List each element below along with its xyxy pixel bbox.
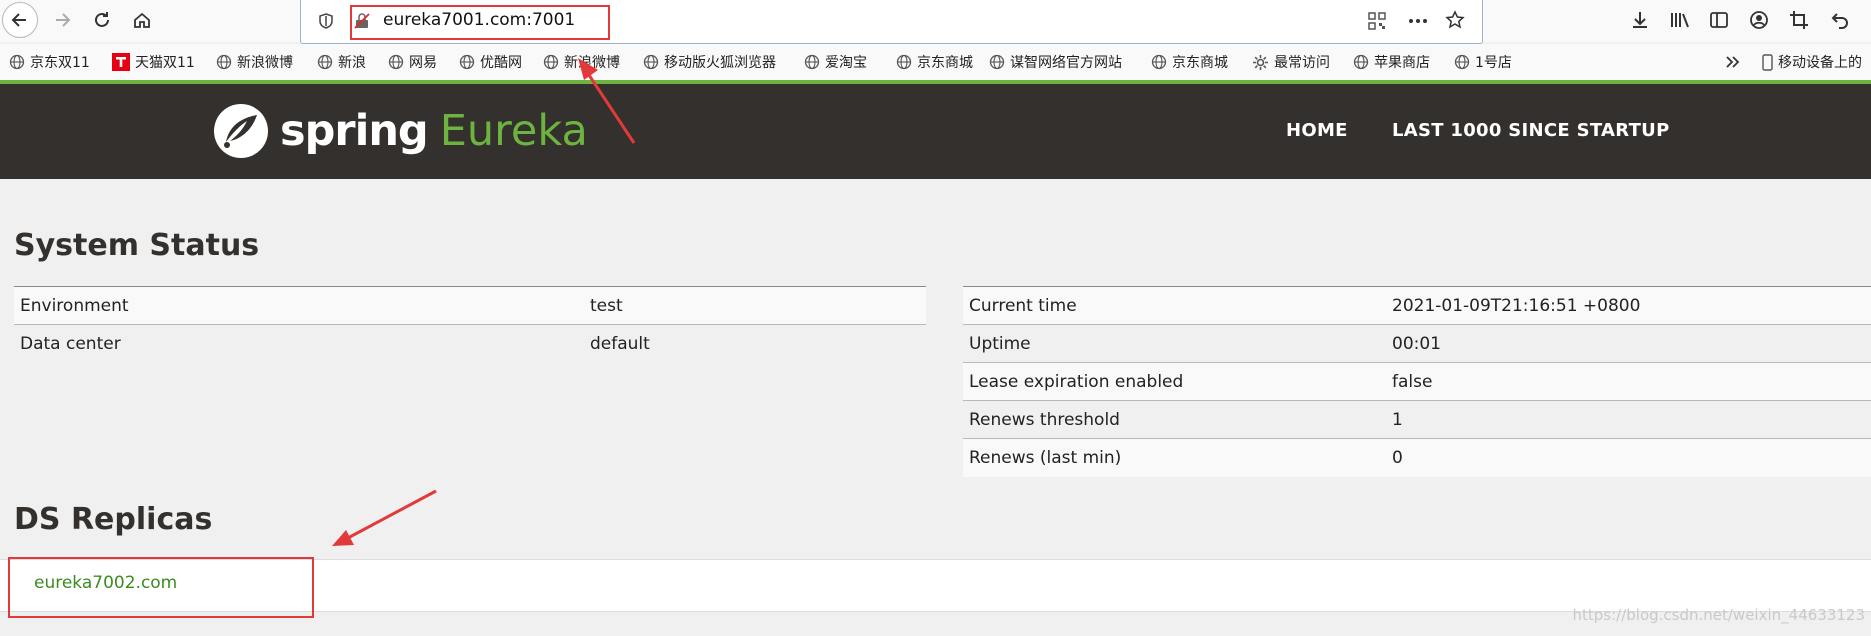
gear-icon	[1253, 54, 1268, 70]
spring-leaf-icon	[214, 104, 268, 158]
screenshot-button[interactable]	[1787, 6, 1811, 34]
row-label: Renews threshold	[963, 400, 1386, 439]
mobile-device-icon	[1762, 53, 1773, 71]
arrow-right-icon	[56, 13, 71, 27]
bookmark-item[interactable]: 1号店	[1454, 51, 1512, 73]
reload-button[interactable]	[84, 2, 120, 38]
row-value: 2021-01-09T21:16:51 +0800	[1386, 286, 1871, 325]
globe-icon	[896, 54, 912, 70]
bookmark-item[interactable]: 京东商城	[896, 51, 973, 73]
bookmark-item[interactable]: 最常访问	[1252, 51, 1330, 73]
sidebar-button[interactable]	[1707, 6, 1731, 34]
bookmark-item[interactable]: 天猫双11	[112, 51, 195, 73]
table-row: Uptime 00:01	[963, 324, 1871, 363]
crop-icon	[1790, 11, 1808, 29]
bookmark-item[interactable]: 移动版火狐浏览器	[643, 51, 776, 73]
globe-icon	[9, 54, 25, 70]
bookmark-star-icon[interactable]	[1445, 10, 1465, 30]
row-value: 1	[1386, 400, 1871, 439]
row-label: Current time	[963, 286, 1386, 325]
bookmark-item[interactable]: 京东商城	[1151, 51, 1228, 73]
bookmark-item[interactable]: 谋智网络官方网站	[989, 51, 1122, 73]
environment-table: Environment test Data center default	[14, 286, 926, 363]
table-row: Renews threshold 1	[963, 400, 1871, 439]
sidebar-icon	[1710, 12, 1728, 28]
annotation-box-replica	[8, 557, 314, 618]
library-button[interactable]	[1668, 6, 1692, 34]
globe-icon	[216, 54, 232, 70]
globe-icon	[388, 54, 404, 70]
globe-icon	[1151, 54, 1167, 70]
row-label: Environment	[14, 286, 584, 325]
library-icon	[1671, 13, 1689, 28]
nav-home-link[interactable]: HOME	[1286, 120, 1348, 141]
bookmark-item[interactable]: 新浪	[317, 51, 366, 73]
undo-button[interactable]	[1828, 6, 1852, 34]
status-table: Current time 2021-01-09T21:16:51 +0800 U…	[963, 286, 1871, 477]
globe-icon	[543, 54, 559, 70]
downloads-button[interactable]	[1628, 6, 1652, 34]
row-value: test	[584, 286, 926, 325]
bookmark-item[interactable]: 新浪微博	[543, 51, 620, 73]
row-value: 00:01	[1386, 324, 1871, 363]
table-row: Environment test	[14, 286, 926, 325]
bookmark-item[interactable]: 网易	[388, 51, 437, 73]
row-label: Uptime	[963, 324, 1386, 363]
annotation-box-url	[350, 5, 610, 40]
forward-button[interactable]	[44, 2, 80, 38]
table-row: Current time 2021-01-09T21:16:51 +0800	[963, 286, 1871, 325]
home-button[interactable]	[124, 2, 160, 38]
table-row: Lease expiration enabled false	[963, 362, 1871, 401]
bookmarks-overflow-button[interactable]	[1724, 51, 1747, 73]
row-value: default	[584, 324, 926, 363]
bookmark-item[interactable]: 苹果商店	[1353, 51, 1430, 73]
more-actions-icon[interactable]	[1407, 12, 1429, 30]
spring-eureka-logo[interactable]: spring Eureka	[212, 98, 588, 164]
globe-icon	[317, 54, 333, 70]
bookmark-item[interactable]: 京东双11	[9, 51, 90, 73]
globe-icon	[989, 54, 1005, 70]
table-row: Data center default	[14, 324, 926, 363]
reload-icon	[95, 12, 109, 27]
browser-toolbar: eureka7001.com:7001	[0, 0, 1871, 44]
system-status-title: System Status	[14, 228, 260, 263]
row-value: false	[1386, 362, 1871, 401]
ds-replicas-title: DS Replicas	[14, 502, 213, 537]
mobile-bookmarks[interactable]: 移动设备上的	[1762, 51, 1862, 73]
chevron-double-right-icon	[1726, 56, 1740, 68]
globe-icon	[1353, 54, 1369, 70]
bookmark-item[interactable]: 新浪微博	[216, 51, 293, 73]
eureka-header: spring Eureka HOME LAST 1000 SINCE START…	[0, 84, 1871, 179]
bookmark-item[interactable]: 优酷网	[459, 51, 522, 73]
logo-spring-text: spring	[280, 106, 429, 156]
globe-icon	[804, 54, 820, 70]
globe-icon	[643, 54, 659, 70]
shield-icon	[319, 13, 333, 29]
globe-icon	[1454, 54, 1470, 70]
home-icon	[134, 12, 150, 28]
undo-icon	[1831, 13, 1848, 29]
tmall-icon	[112, 53, 130, 71]
logo-eureka-text: Eureka	[439, 106, 588, 156]
annotation-arrow-replica	[332, 489, 437, 546]
table-row: Renews (last min) 0	[963, 438, 1871, 477]
nav-last-1000-link[interactable]: LAST 1000 SINCE STARTUP	[1392, 120, 1670, 141]
bookmark-item[interactable]: 爱淘宝	[804, 51, 867, 73]
back-button[interactable]	[2, 2, 38, 38]
row-value: 0	[1386, 438, 1871, 477]
globe-icon	[459, 54, 475, 70]
row-label: Data center	[14, 324, 584, 363]
arrow-left-icon	[11, 13, 26, 27]
row-label: Lease expiration enabled	[963, 362, 1386, 401]
qr-code-icon[interactable]	[1368, 12, 1386, 30]
row-label: Renews (last min)	[963, 438, 1386, 477]
download-icon	[1633, 12, 1647, 28]
bookmarks-toolbar: 京东双11 天猫双11 新浪微博 新浪 网易 优酷网 新浪微博 移动版火狐浏览器…	[0, 44, 1871, 80]
account-button[interactable]	[1747, 6, 1771, 34]
watermark: https://blog.csdn.net/weixin_44633123	[1572, 606, 1865, 624]
account-icon	[1750, 11, 1768, 29]
